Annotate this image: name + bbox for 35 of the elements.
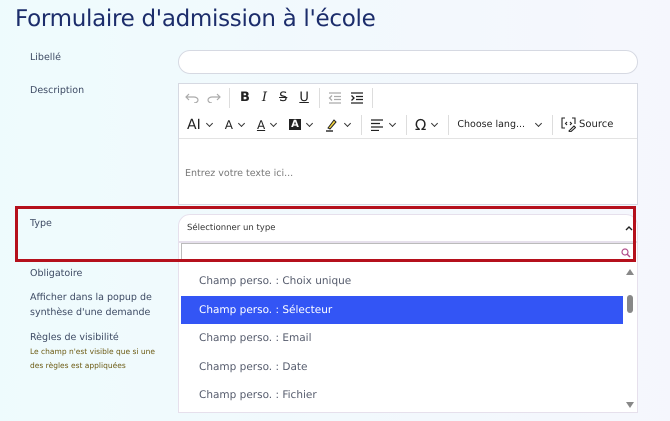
dropdown-option[interactable]: Champ perso. : Fichier xyxy=(181,381,623,410)
field-label: Obligatoire xyxy=(30,267,82,281)
dropdown-option[interactable]: Champ perso. : Email xyxy=(181,324,623,352)
bold-button[interactable]: B xyxy=(238,90,252,105)
scroll-thumb[interactable] xyxy=(627,295,633,313)
special-dropdown[interactable]: Ω xyxy=(412,116,442,134)
dropdown-option[interactable]: Champ perso. : Date xyxy=(181,352,623,381)
field-label: Libellé xyxy=(29,51,62,63)
language-dropdown[interactable]: Choose lang... xyxy=(455,119,546,130)
text-area[interactable]: Entrez votre texte ici... xyxy=(179,139,637,204)
type-select[interactable]: Sélectionner un type xyxy=(178,214,638,242)
search-field[interactable] xyxy=(181,243,635,262)
label-input[interactable] xyxy=(178,50,638,74)
field-label: Description xyxy=(29,84,86,98)
source-button[interactable]: Source xyxy=(559,117,616,132)
align-icon xyxy=(370,118,384,130)
underline-button[interactable]: U xyxy=(297,90,311,105)
scroll-down-icon[interactable] xyxy=(626,402,634,408)
indent-icon[interactable] xyxy=(350,92,364,104)
scroll-up-icon[interactable] xyxy=(626,269,634,275)
field-label: Afficher dans la popup de synthèse d'une demande xyxy=(30,291,153,320)
source-code-icon xyxy=(561,117,576,132)
search-icon xyxy=(621,248,631,258)
strike-button[interactable]: S xyxy=(277,90,290,105)
dropdown-option[interactable]: Champ perso. : Choix unique xyxy=(181,267,623,296)
font-size-dropdown[interactable]: A xyxy=(222,118,249,132)
font-family-dropdown[interactable]: AI xyxy=(185,116,217,132)
highlighter-icon xyxy=(324,118,339,132)
field-label: Type xyxy=(29,217,53,231)
field-label: Règles de visibilité xyxy=(30,331,119,345)
italic-button[interactable]: I xyxy=(260,90,270,105)
page-title: Formulaire d'admission à l'école xyxy=(14,5,376,34)
font-bg-dropdown[interactable]: A xyxy=(287,119,317,130)
font-color-dropdown[interactable]: A xyxy=(254,118,282,132)
dropdown-option[interactable]: Champ perso. : Sélecteur xyxy=(181,296,623,324)
